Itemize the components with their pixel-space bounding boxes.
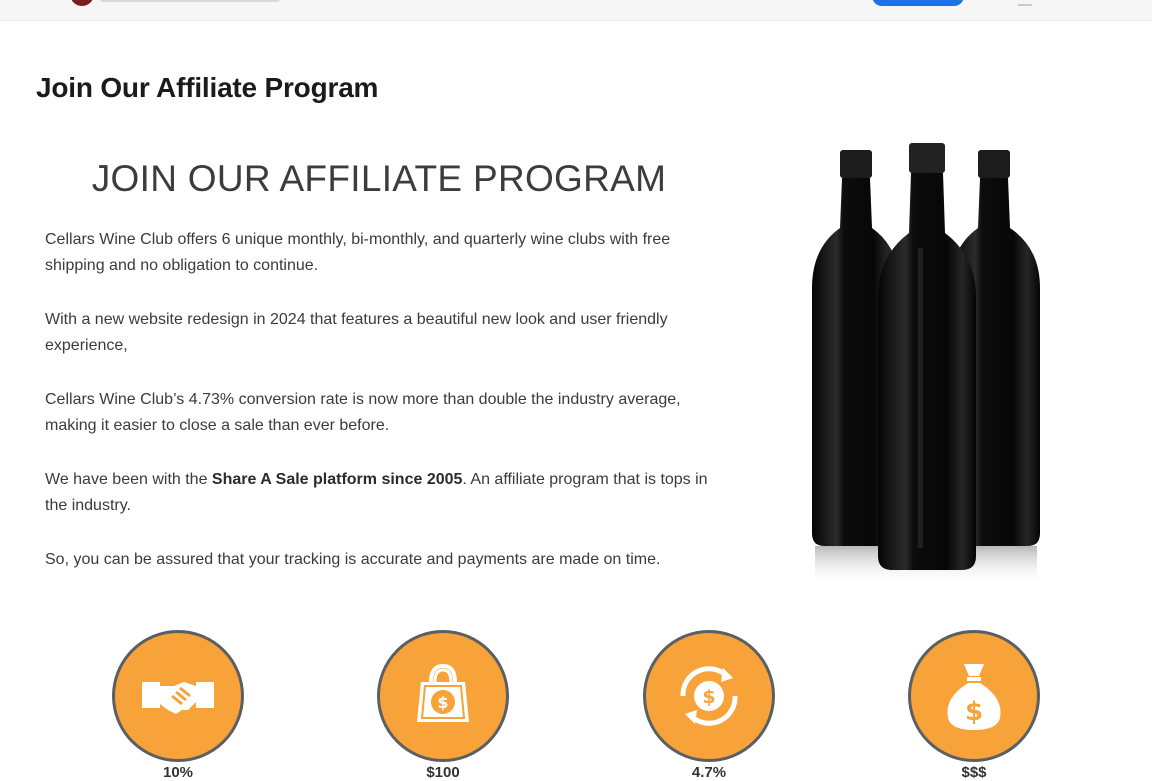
affiliate-description: Cellars Wine Club offers 6 unique monthl… bbox=[45, 227, 725, 601]
svg-text:$: $ bbox=[965, 697, 983, 727]
feature-earnings: $ $$$ bbox=[908, 630, 1040, 781]
feature-label: $100 bbox=[426, 764, 460, 781]
feature-label: 10% bbox=[162, 764, 194, 781]
affiliate-features: 10% $ $100 $ 4.7% $ $$$ bbox=[0, 630, 1152, 781]
feature-circle bbox=[112, 630, 244, 762]
feature-circle: $ bbox=[643, 630, 775, 762]
site-logo-text[interactable] bbox=[100, 0, 280, 2]
feature-label: $$$ bbox=[961, 764, 987, 781]
feature-circle: $ bbox=[377, 630, 509, 762]
feature-commission: 10% bbox=[112, 630, 244, 781]
handshake-icon bbox=[142, 682, 214, 714]
paragraph-website-redesign: With a new website redesign in 2024 that… bbox=[45, 311, 668, 354]
wine-bottle-center bbox=[878, 143, 976, 570]
share-a-sale-intro: We have been with the bbox=[45, 471, 212, 488]
header-action-button[interactable] bbox=[872, 0, 964, 6]
svg-text:$: $ bbox=[702, 686, 715, 708]
circular-dollar-arrows-icon: $ bbox=[680, 666, 738, 726]
feature-payout: $ $100 bbox=[377, 630, 509, 781]
wine-logo-icon[interactable] bbox=[70, 0, 94, 6]
paragraph-tracking: So, you can be assured that your trackin… bbox=[45, 551, 661, 568]
feature-conversion: $ 4.7% bbox=[643, 630, 775, 781]
money-bag-icon: $ bbox=[947, 664, 1001, 730]
menu-icon[interactable] bbox=[1018, 0, 1032, 6]
share-a-sale-highlight: Share A Sale platform since 2005 bbox=[211, 471, 463, 488]
feature-label: 4.7% bbox=[691, 764, 727, 781]
page-title: Join Our Affiliate Program bbox=[36, 72, 379, 103]
affiliate-heading: JOIN OUR AFFILIATE PROGRAM bbox=[91, 158, 667, 199]
paragraph-conversion-rate: Cellars Wine Club’s 4.73% conversion rat… bbox=[45, 391, 681, 434]
shopping-bag-dollar-icon: $ bbox=[417, 663, 469, 722]
svg-text:$: $ bbox=[437, 693, 448, 712]
three-wine-bottles-image bbox=[812, 143, 1040, 586]
site-header bbox=[0, 0, 1152, 21]
paragraph-wine-clubs: Cellars Wine Club offers 6 unique monthl… bbox=[45, 231, 671, 274]
paragraph-share-a-sale: We have been with the Share A Sale platf… bbox=[45, 467, 725, 519]
feature-circle: $ bbox=[908, 630, 1040, 762]
